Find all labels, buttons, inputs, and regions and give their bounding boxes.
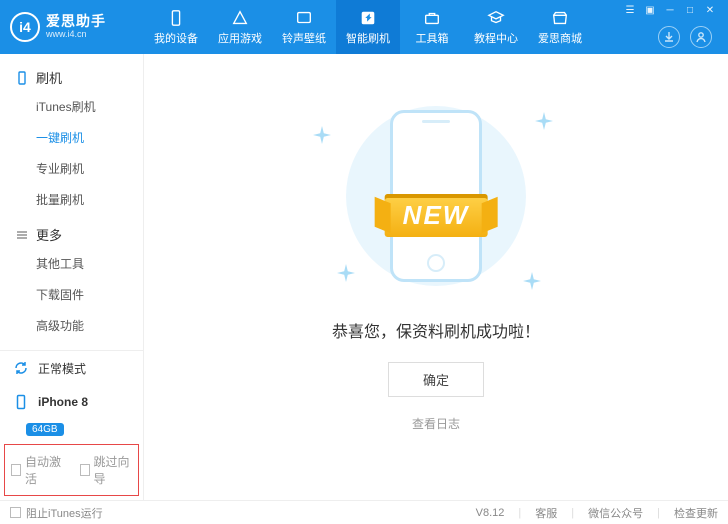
device-name: iPhone 8 — [38, 395, 88, 409]
brand: i4 爱思助手 www.i4.cn — [0, 12, 144, 42]
minimize-icon[interactable]: ─ — [664, 4, 676, 16]
main-content: NEW 恭喜您，保资料刷机成功啦！ 确定 查看日志 — [144, 54, 728, 500]
title-bar: i4 爱思助手 www.i4.cn 我的设备 应用游戏 铃声壁纸 智能刷机 工具… — [0, 0, 728, 54]
sidebar-item-itunes-flash[interactable]: iTunes刷机 — [36, 91, 129, 122]
sidebar-group-flash[interactable]: 刷机 — [14, 64, 129, 91]
brand-title: 爱思助手 — [46, 14, 106, 29]
device-icon — [166, 9, 186, 27]
nav-label: 爱思商城 — [538, 30, 582, 46]
phone-icon — [12, 393, 30, 411]
version-label: V8.12 — [476, 507, 505, 519]
refresh-icon — [12, 359, 30, 377]
nav-label: 智能刷机 — [346, 30, 390, 46]
store-icon — [550, 9, 570, 27]
download-button[interactable] — [658, 26, 680, 48]
status-bar: 阻止iTunes运行 V8.12 | 客服 | 微信公众号 | 检查更新 — [0, 500, 728, 524]
more-group-icon — [14, 228, 30, 242]
nav-label: 教程中心 — [474, 30, 518, 46]
confirm-button[interactable]: 确定 — [388, 362, 484, 397]
toolbox-icon — [422, 9, 442, 27]
sidebar-group-title: 更多 — [36, 225, 62, 244]
flash-group-icon — [14, 71, 30, 85]
skip-guide-checkbox[interactable]: 跳过向导 — [80, 453, 133, 487]
check-update-link[interactable]: 检查更新 — [674, 505, 718, 521]
device-storage-badge: 64GB — [26, 423, 64, 436]
top-nav: 我的设备 应用游戏 铃声壁纸 智能刷机 工具箱 教程中心 爱思商城 — [144, 0, 592, 54]
menu-icon[interactable]: ☰ — [624, 4, 636, 16]
sidebar-group-title: 刷机 — [36, 68, 62, 87]
maximize-icon[interactable]: □ — [684, 4, 696, 16]
nav-ringtones[interactable]: 铃声壁纸 — [272, 0, 336, 54]
brand-subtitle: www.i4.cn — [46, 30, 106, 40]
skin-icon[interactable]: ▣ — [644, 4, 656, 16]
sidebar: 刷机 iTunes刷机 一键刷机 专业刷机 批量刷机 更多 其他工具 下载固件 … — [0, 54, 144, 500]
sidebar-item-batch-flash[interactable]: 批量刷机 — [36, 184, 129, 215]
nav-store[interactable]: 爱思商城 — [528, 0, 592, 54]
nav-label: 应用游戏 — [218, 30, 262, 46]
skip-guide-label: 跳过向导 — [94, 453, 132, 487]
nav-label: 工具箱 — [416, 30, 449, 46]
apps-icon — [230, 9, 250, 27]
nav-label: 铃声壁纸 — [282, 30, 326, 46]
nav-smart-flash[interactable]: 智能刷机 — [336, 0, 400, 54]
nav-my-device[interactable]: 我的设备 — [144, 0, 208, 54]
nav-tutorials[interactable]: 教程中心 — [464, 0, 528, 54]
sidebar-item-download-firmware[interactable]: 下载固件 — [36, 279, 129, 310]
close-icon[interactable]: ✕ — [704, 4, 716, 16]
wechat-link[interactable]: 微信公众号 — [588, 505, 643, 521]
post-flash-options: 自动激活 跳过向导 — [4, 444, 139, 496]
window-controls: ☰ ▣ ─ □ ✕ — [624, 4, 720, 16]
block-itunes-label: 阻止iTunes运行 — [26, 505, 103, 521]
nav-label: 我的设备 — [154, 30, 198, 46]
brand-logo-icon: i4 — [10, 12, 40, 42]
auto-activate-label: 自动激活 — [25, 453, 63, 487]
sidebar-item-other-tools[interactable]: 其他工具 — [36, 248, 129, 279]
new-ribbon: NEW — [385, 194, 488, 237]
nav-apps-games[interactable]: 应用游戏 — [208, 0, 272, 54]
success-illustration: NEW — [311, 102, 561, 292]
device-mode-label: 正常模式 — [38, 360, 86, 377]
success-message: 恭喜您，保资料刷机成功啦！ — [332, 318, 540, 342]
sidebar-item-advanced[interactable]: 高级功能 — [36, 310, 129, 341]
view-log-link[interactable]: 查看日志 — [412, 415, 460, 432]
user-button[interactable] — [690, 26, 712, 48]
device-mode[interactable]: 正常模式 — [0, 351, 143, 385]
support-link[interactable]: 客服 — [535, 505, 557, 521]
tutorial-icon — [486, 9, 506, 27]
sidebar-item-pro-flash[interactable]: 专业刷机 — [36, 153, 129, 184]
flash-icon — [358, 9, 378, 27]
sidebar-group-more[interactable]: 更多 — [14, 221, 129, 248]
block-itunes-checkbox[interactable]: 阻止iTunes运行 — [10, 505, 103, 521]
media-icon — [294, 9, 314, 27]
auto-activate-checkbox[interactable]: 自动激活 — [11, 453, 64, 487]
connected-device[interactable]: iPhone 8 — [0, 385, 143, 419]
sidebar-item-oneclick-flash[interactable]: 一键刷机 — [36, 122, 129, 153]
nav-toolbox[interactable]: 工具箱 — [400, 0, 464, 54]
